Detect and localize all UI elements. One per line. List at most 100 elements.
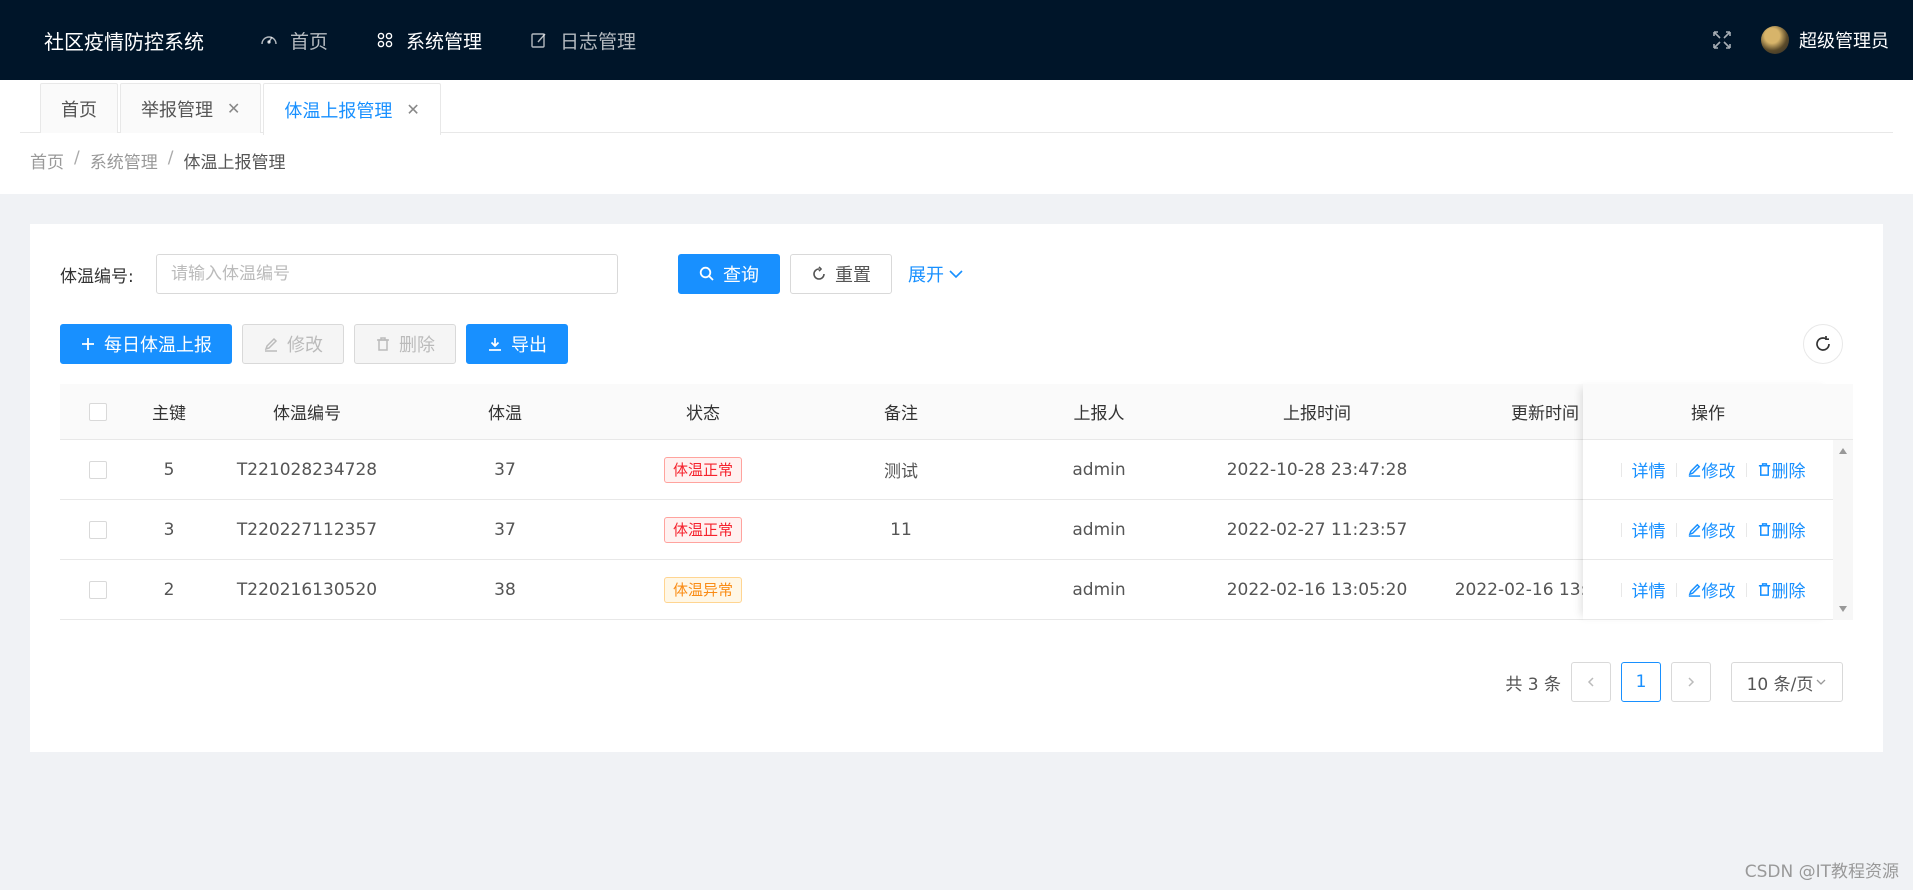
detail-link[interactable]: 详情	[1632, 517, 1666, 542]
close-icon[interactable]: ✕	[227, 99, 240, 118]
cell-note: 11	[890, 519, 912, 540]
query-button[interactable]: 查询	[678, 254, 780, 294]
close-icon[interactable]: ✕	[406, 100, 419, 119]
divider	[1745, 582, 1747, 597]
chevron-down-icon	[949, 270, 963, 279]
reload-icon	[813, 266, 825, 280]
status-badge: 体温异常	[663, 576, 742, 603]
delete-link[interactable]: 删除	[1757, 457, 1806, 482]
divider	[1620, 522, 1622, 537]
expand-toggle[interactable]: 展开	[908, 254, 964, 294]
scroll-down-icon[interactable]	[1839, 606, 1847, 612]
tab-report[interactable]: 举报管理 ✕	[120, 83, 262, 133]
select-all-checkbox[interactable]	[89, 402, 107, 421]
cell-status: 体温正常	[598, 516, 808, 543]
cell-time: 2022-10-28 23:47:28	[1226, 459, 1408, 480]
username[interactable]: 超级管理员	[1799, 27, 1889, 53]
export-label: 导出	[511, 335, 547, 356]
cell-temp: 37	[494, 459, 516, 480]
edit-link[interactable]: 修改	[1687, 457, 1736, 482]
cell-note: 测试	[884, 462, 918, 482]
edit-link[interactable]: 修改	[1687, 577, 1736, 602]
chevron-left-icon	[1587, 677, 1594, 687]
query-label: 查询	[723, 265, 759, 286]
tab-label: 体温上报管理	[284, 100, 393, 122]
edit-icon	[264, 337, 278, 352]
data-table: 主键 体温编号 体温 状态 备注 上报人 上报时间 更新时间 5 T221028…	[60, 384, 1853, 620]
nav-item-label: 日志管理	[560, 30, 637, 53]
header-note[interactable]: 备注	[808, 399, 994, 424]
edit-link[interactable]: 修改	[1687, 517, 1736, 542]
cell-temp: 37	[494, 519, 516, 540]
reset-label: 重置	[835, 265, 871, 286]
breadcrumb: 首页 / 系统管理 / 体温上报管理	[30, 148, 285, 173]
delete-link-label: 删除	[1771, 462, 1806, 482]
plus-icon	[82, 338, 94, 350]
delete-label: 删除	[399, 335, 435, 356]
watermark: CSDN @IT教程资源	[1744, 862, 1899, 882]
avatar[interactable]	[1761, 26, 1789, 54]
nav-item-label: 首页	[290, 30, 329, 53]
divider	[1620, 462, 1622, 477]
edit-button[interactable]: 修改	[242, 324, 344, 364]
header-user[interactable]: 上报人	[994, 399, 1204, 424]
app-title: 社区疫情防控系统	[44, 29, 204, 54]
row-checkbox[interactable]	[89, 580, 107, 599]
vertical-scrollbar[interactable]	[1833, 440, 1853, 620]
divider	[1620, 582, 1622, 597]
breadcrumb-separator: /	[167, 148, 174, 168]
cell-code: T221028234728	[236, 459, 378, 480]
breadcrumb-system[interactable]: 系统管理	[90, 148, 158, 173]
cell-status: 体温异常	[598, 576, 808, 603]
row-check-cell	[60, 520, 136, 539]
header-id[interactable]: 主键	[136, 399, 202, 424]
refresh-button[interactable]	[1803, 324, 1843, 364]
detail-link[interactable]: 详情	[1632, 577, 1666, 602]
search-input[interactable]	[156, 254, 618, 294]
breadcrumb-current: 体温上报管理	[183, 153, 286, 173]
row-checkbox[interactable]	[89, 520, 107, 539]
delete-link[interactable]: 删除	[1757, 517, 1806, 542]
page-size-select[interactable]: 10 条/页	[1731, 662, 1843, 702]
fullscreen-icon[interactable]	[1711, 29, 1733, 51]
cell-user: admin	[1072, 459, 1126, 480]
main-card: 体温编号: 查询 重置 展开 每日体温上报 修改 删除 导出	[30, 224, 1883, 752]
add-report-button[interactable]: 每日体温上报	[60, 324, 232, 364]
search-form: 体温编号:	[60, 254, 618, 294]
toolbar: 每日体温上报 修改 删除 导出	[60, 324, 578, 364]
breadcrumb-separator: /	[74, 148, 80, 168]
select-all-cell	[60, 402, 136, 421]
next-page-button[interactable]	[1671, 662, 1711, 702]
row-operations: 详情 修改 删除	[1583, 440, 1833, 500]
page-number[interactable]: 1	[1621, 662, 1661, 702]
edit-icon	[531, 33, 546, 48]
divider	[1745, 522, 1747, 537]
delete-button[interactable]: 删除	[354, 324, 456, 364]
row-checkbox[interactable]	[89, 460, 107, 479]
nav-item-label: 系统管理	[406, 30, 483, 53]
tab-temperature[interactable]: 体温上报管理 ✕	[263, 83, 441, 135]
nav-item-log[interactable]: 日志管理	[530, 27, 636, 54]
export-button[interactable]: 导出	[466, 324, 568, 364]
delete-link[interactable]: 删除	[1757, 577, 1806, 602]
cell-id: 2	[163, 579, 175, 600]
detail-link[interactable]: 详情	[1632, 457, 1666, 482]
edit-icon	[1688, 463, 1700, 477]
scroll-up-icon[interactable]	[1839, 448, 1847, 454]
header-time[interactable]: 上报时间	[1204, 399, 1430, 424]
edit-link-label: 修改	[1701, 462, 1736, 482]
prev-page-button[interactable]	[1571, 662, 1611, 702]
delete-link-label: 删除	[1771, 522, 1806, 542]
header-code[interactable]: 体温编号	[202, 399, 412, 424]
breadcrumb-home[interactable]: 首页	[30, 148, 64, 173]
divider	[1745, 462, 1747, 477]
divider	[1675, 582, 1677, 597]
header-temp[interactable]: 体温	[412, 399, 598, 424]
tab-home[interactable]: 首页	[40, 83, 118, 133]
search-label: 体温编号:	[60, 266, 134, 287]
pagination: 共 3 条 1 10 条/页	[1505, 662, 1843, 702]
header-status[interactable]: 状态	[598, 399, 808, 424]
reset-button[interactable]: 重置	[790, 254, 892, 294]
nav-item-system[interactable]: 系统管理	[376, 27, 482, 54]
nav-item-home[interactable]: 首页	[260, 27, 328, 54]
